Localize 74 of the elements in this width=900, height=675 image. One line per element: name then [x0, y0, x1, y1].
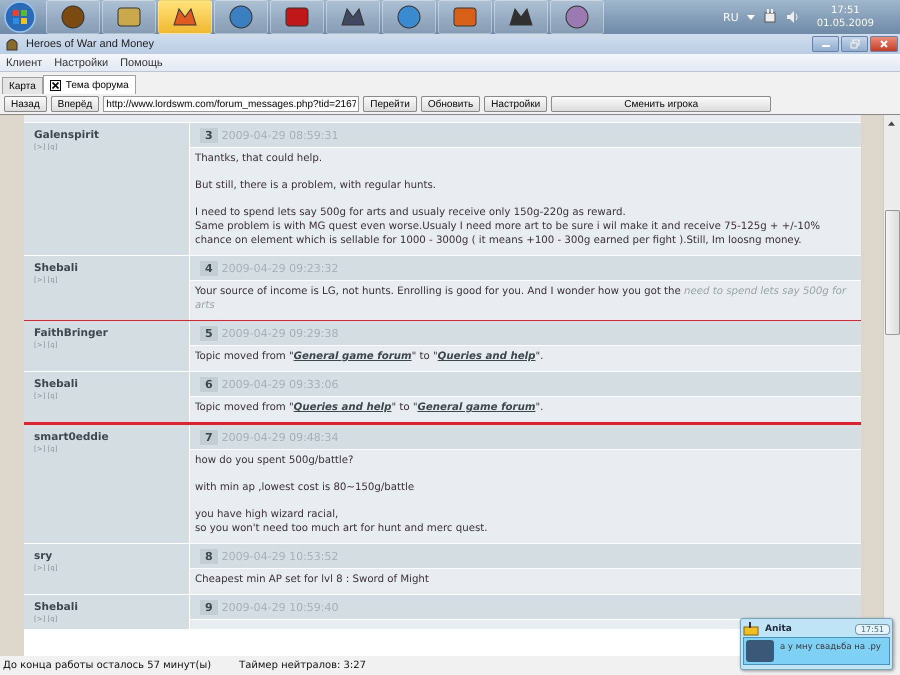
back-button[interactable]: Назад [4, 96, 47, 112]
close-icon[interactable] [50, 80, 61, 90]
post-number: 8 [200, 548, 218, 564]
post-number: 4 [200, 260, 218, 276]
taskbar-button[interactable] [158, 0, 212, 34]
forward-button[interactable]: Вперёд [50, 96, 100, 112]
post-number: 7 [200, 430, 218, 444]
forum-link[interactable]: General game forum [418, 402, 536, 413]
tab-label: Тема форума [66, 80, 129, 90]
author-name[interactable]: Shebali [34, 601, 179, 613]
caret-icon[interactable] [746, 14, 755, 20]
menu-item[interactable]: Настройки [54, 56, 108, 68]
taskbar-button[interactable] [326, 0, 380, 34]
forum-link[interactable]: General game forum [294, 351, 412, 362]
post-number: 9 [200, 600, 218, 614]
message-text: Topic moved from "Queries and help" to "General game forum". [195, 401, 544, 415]
status-text: Таймер нейтралов: 3:27 [239, 660, 366, 671]
scrollbar[interactable] [883, 115, 900, 656]
forum-link[interactable]: Queries and help [438, 351, 536, 362]
notification-message: а у мну свадьба на .ру [780, 642, 881, 652]
plug-icon[interactable] [762, 9, 777, 25]
message-text: with min ap ,lowest cost is 80~150g/battle [195, 481, 414, 495]
clock-time: 17:51 [830, 5, 860, 16]
close-icon [879, 39, 889, 49]
taskbar-button[interactable] [382, 0, 436, 34]
taskbar-button[interactable] [438, 0, 492, 34]
message-text: But still, there is a problem, with regular hunts. [195, 179, 436, 193]
notification-time: 17:51 [854, 624, 890, 634]
avatar-placeholder [746, 640, 774, 662]
post-number: 3 [200, 128, 218, 142]
status-text: До конца работы осталось 57 минут(ы) [3, 660, 212, 671]
message-text: how do you spent 500g/battle? [195, 454, 354, 468]
author-name[interactable]: smart0eddie [34, 431, 179, 443]
restore-button[interactable] [841, 36, 868, 52]
message-text: Cheapest min AP set for lvl 8 : Sword of Might [195, 573, 429, 587]
menu-item[interactable]: Помощь [120, 56, 163, 68]
taskbar-button[interactable] [214, 0, 268, 34]
forum-link[interactable]: Queries and help [294, 402, 392, 413]
post-number: 5 [200, 326, 218, 340]
close-button[interactable] [870, 36, 898, 52]
restore-icon [850, 39, 860, 49]
toolbar-button[interactable]: Настройки [484, 96, 548, 112]
taskbar-button[interactable] [102, 0, 156, 34]
author-name[interactable]: Shebali [34, 378, 179, 390]
minimize-button[interactable] [812, 36, 839, 52]
author-name[interactable]: Galenspirit [34, 129, 179, 141]
message-text: Your source of income is LG, not hunts. Enrolling is good for you. And I wonder how you got the need to spend lets say 500g for arts [195, 285, 848, 313]
post-number: 6 [200, 376, 218, 392]
author-name[interactable]: Shebali [34, 262, 179, 274]
scroll-up-icon[interactable] [888, 121, 895, 126]
toolbar-button[interactable]: Сменить игрока [551, 96, 772, 112]
start-orb-icon[interactable] [4, 1, 36, 33]
author-name[interactable]: sry [34, 550, 179, 562]
clock-date: 01.05.2009 [816, 18, 874, 29]
taskbar-button[interactable] [270, 0, 324, 34]
menu-item[interactable]: Клиент [6, 56, 42, 68]
message-text: I need to spend lets say 500g for arts and usualy receive only 150g-220g as reward. Same problem is with MG quest even worse.Usualy I need more art to be sure i wil make it and receive 75-125g + +/-10% chance on element which is sellable for 1000 - 3000g ( it means +100 - 300g earned per fight ).Still, Im loosng money. [195, 206, 821, 248]
toolbar-button[interactable]: Перейти [363, 96, 417, 112]
taskbar-button[interactable] [46, 0, 100, 34]
mailbox-icon [743, 622, 759, 636]
toolbar-button[interactable]: Обновить [420, 96, 480, 112]
tab-label: Карта [9, 80, 36, 92]
author-name[interactable]: FaithBringer [34, 327, 179, 339]
tab[interactable]: Тема форума [42, 75, 136, 94]
scroll-thumb[interactable] [885, 210, 900, 335]
tab[interactable]: Карта [2, 77, 43, 94]
message-text: Topic moved from "General game forum" to "Queries and help". [195, 350, 544, 364]
window-title: Heroes of War and Money [26, 38, 154, 50]
notification-popup[interactable]: Anita 17:51 а у мну свадьба на .ру [740, 618, 893, 670]
sender-name: Anita [765, 624, 792, 634]
message-text: you have high wizard racial, so you won't need too much art for hunt and merc quest. [195, 508, 488, 536]
message-text: Thantks, that could help. [195, 152, 322, 166]
taskbar-button[interactable] [550, 0, 604, 34]
taskbar-button[interactable] [494, 0, 548, 34]
